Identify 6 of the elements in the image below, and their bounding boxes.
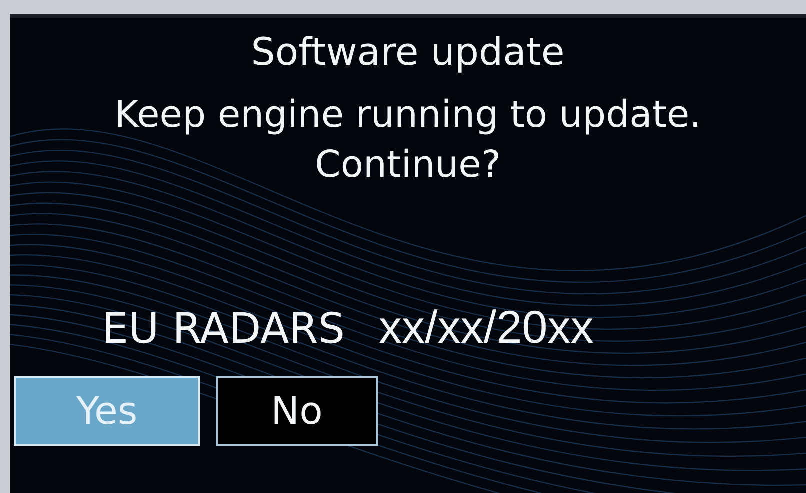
database-date: xx/xx/20xx: [379, 300, 594, 354]
message-text: Keep engine running to update.: [114, 92, 702, 138]
no-button[interactable]: No: [216, 376, 378, 446]
dialog-title: Software update: [250, 30, 566, 74]
message-text: Continue?: [314, 142, 501, 188]
database-name: EU RADARS: [102, 304, 346, 353]
